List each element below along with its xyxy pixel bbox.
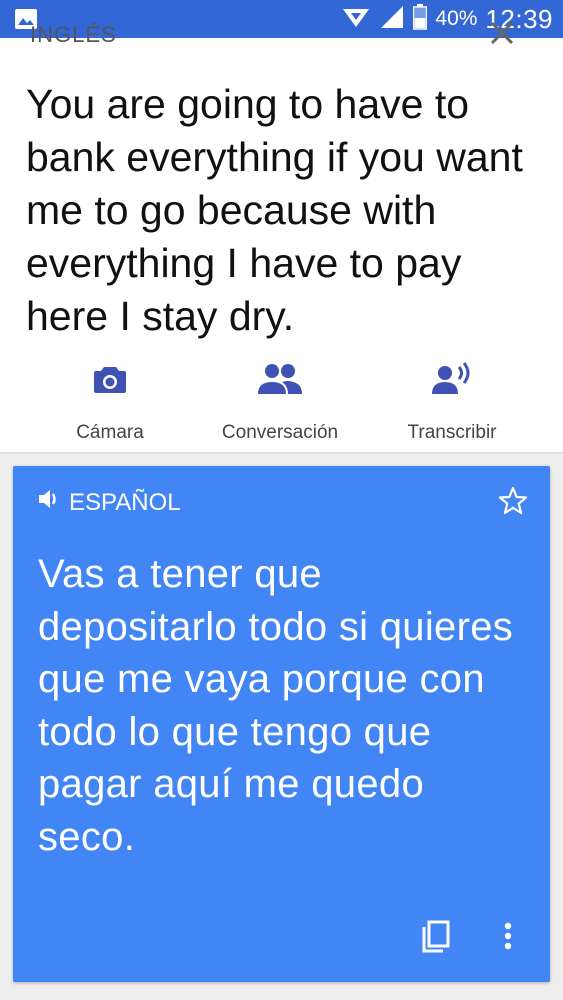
copy-icon[interactable] bbox=[421, 919, 451, 958]
battery-icon bbox=[413, 3, 428, 35]
battery-percent: 40% bbox=[435, 7, 478, 30]
conversation-button[interactable]: Conversación bbox=[190, 350, 370, 444]
source-language-label[interactable]: INGLÉS bbox=[30, 22, 117, 48]
target-language-label: ESPAÑOL bbox=[69, 488, 181, 516]
transcribe-icon bbox=[362, 360, 542, 404]
star-icon[interactable] bbox=[498, 486, 528, 521]
camera-label: Cámara bbox=[76, 422, 144, 443]
translation-text[interactable]: Vas a tener que depositarlo todo si quie… bbox=[38, 548, 528, 863]
input-actions: Cámara Conversación Transcribir bbox=[0, 350, 563, 450]
close-icon[interactable] bbox=[489, 20, 515, 51]
more-options-icon[interactable] bbox=[503, 921, 513, 956]
conversation-label: Conversación bbox=[221, 422, 339, 443]
target-language-header[interactable]: ESPAÑOL bbox=[37, 488, 181, 517]
transcribe-button[interactable]: Transcribir bbox=[362, 350, 542, 444]
conversation-icon bbox=[190, 360, 370, 404]
transcribe-label: Transcribir bbox=[407, 422, 497, 443]
data-saver-icon bbox=[341, 5, 371, 34]
signal-icon bbox=[379, 4, 405, 35]
source-text[interactable]: You are going to have to bank everything… bbox=[26, 78, 536, 343]
camera-button[interactable]: Cámara bbox=[20, 350, 200, 444]
camera-icon bbox=[20, 360, 200, 404]
speaker-icon[interactable] bbox=[37, 488, 63, 517]
translation-card[interactable]: ESPAÑOL Vas a tener que depositarlo todo… bbox=[13, 466, 550, 982]
